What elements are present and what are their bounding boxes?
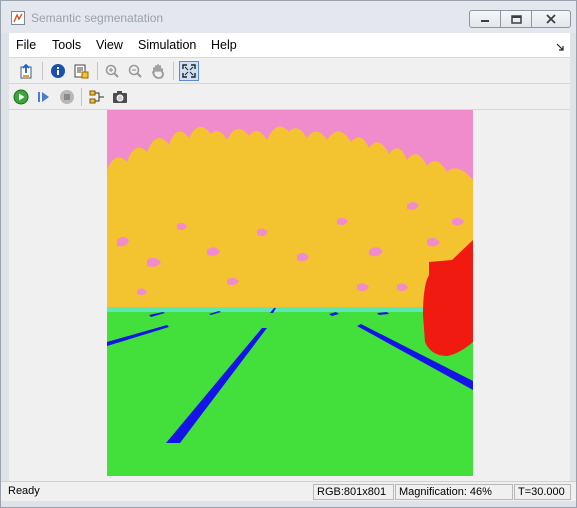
minimize-icon bbox=[481, 20, 489, 22]
status-bar: Ready RGB:801x801 Magnification: 46% T=3… bbox=[1, 481, 576, 501]
export-button[interactable] bbox=[17, 61, 37, 81]
menu-tools[interactable]: Tools bbox=[52, 38, 81, 52]
step-forward-button[interactable] bbox=[34, 87, 54, 107]
run-button[interactable] bbox=[11, 87, 31, 107]
menu-view[interactable]: View bbox=[96, 38, 123, 52]
snapshot-icon bbox=[113, 91, 127, 103]
pan-button[interactable] bbox=[148, 61, 168, 81]
segmentation-image bbox=[107, 110, 473, 476]
properties-button[interactable] bbox=[71, 61, 91, 81]
run-icon bbox=[13, 89, 29, 105]
zoom-in-button[interactable] bbox=[102, 61, 122, 81]
status-magnification: Magnification: 46% bbox=[395, 484, 513, 500]
close-button[interactable] bbox=[531, 10, 571, 28]
export-icon bbox=[20, 63, 32, 79]
road-region bbox=[107, 310, 473, 476]
signal-select-icon bbox=[89, 90, 104, 104]
dock-arrow-icon[interactable] bbox=[556, 40, 564, 54]
zoom-out-button[interactable] bbox=[125, 61, 145, 81]
app-icon bbox=[11, 11, 25, 25]
menu-file[interactable]: File bbox=[16, 38, 36, 52]
fit-to-view-button[interactable] bbox=[179, 61, 199, 81]
maximize-icon bbox=[510, 14, 522, 24]
toolbar-separator bbox=[97, 62, 98, 80]
toolbar-view bbox=[9, 58, 570, 84]
info-icon bbox=[51, 64, 65, 78]
window-title: Semantic segmenatation bbox=[31, 11, 164, 25]
horizon-strip bbox=[107, 307, 473, 312]
signal-select-button[interactable] bbox=[87, 87, 107, 107]
pan-icon bbox=[152, 64, 164, 79]
stop-button[interactable] bbox=[57, 87, 77, 107]
status-time: T=30.000 bbox=[514, 484, 571, 500]
toolbar-simulation bbox=[9, 84, 570, 110]
minimize-button[interactable] bbox=[469, 10, 501, 28]
menu-bar: File Tools View Simulation Help bbox=[9, 33, 570, 58]
image-viewport[interactable] bbox=[9, 110, 570, 481]
close-icon bbox=[546, 14, 556, 24]
viewer-window: Semantic segmenatation File Tools View S… bbox=[0, 0, 577, 508]
maximize-button[interactable] bbox=[500, 10, 532, 28]
zoom-in-icon bbox=[105, 64, 119, 78]
info-button[interactable] bbox=[48, 61, 68, 81]
client-area: File Tools View Simulation Help Ready RG… bbox=[1, 33, 576, 501]
title-bar[interactable]: Semantic segmenatation bbox=[1, 1, 576, 33]
properties-icon bbox=[74, 64, 89, 79]
stop-icon bbox=[60, 90, 74, 104]
menu-help[interactable]: Help bbox=[211, 38, 237, 52]
status-image-size: RGB:801x801 bbox=[313, 484, 394, 500]
fit-to-view-icon bbox=[182, 64, 196, 78]
status-state: Ready bbox=[8, 485, 40, 497]
toolbar-separator bbox=[173, 62, 174, 80]
step-forward-icon bbox=[38, 92, 49, 102]
zoom-out-icon bbox=[128, 64, 142, 78]
toolbar-separator bbox=[42, 62, 43, 80]
snapshot-button[interactable] bbox=[110, 87, 130, 107]
menu-simulation[interactable]: Simulation bbox=[138, 38, 196, 52]
toolbar-separator bbox=[81, 88, 82, 106]
